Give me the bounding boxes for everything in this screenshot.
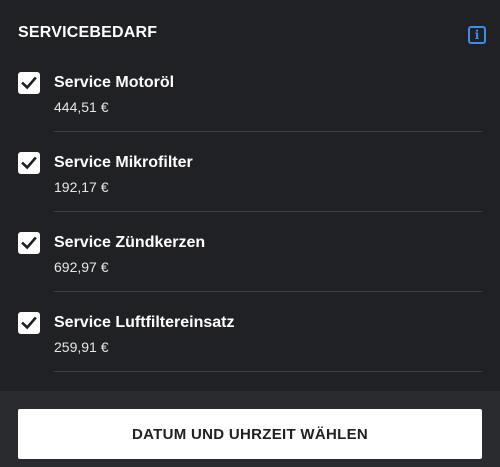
- info-icon[interactable]: i: [468, 26, 486, 44]
- checkmark-icon: [21, 156, 37, 170]
- service-price: 192,17 €: [54, 179, 109, 195]
- checkmark-icon: [21, 76, 37, 90]
- checkbox-luftfiltereinsatz[interactable]: [18, 312, 40, 334]
- checkmark-icon: [21, 316, 37, 330]
- service-label: Service Motoröl: [54, 74, 175, 91]
- service-label: Service Mikrofilter: [54, 154, 193, 171]
- divider: [54, 211, 482, 212]
- page-title: SERVICEBEDARF: [18, 24, 158, 41]
- checkbox-zuendkerzen[interactable]: [18, 232, 40, 254]
- choose-date-time-button[interactable]: DATUM UND UHRZEIT WÄHLEN: [18, 409, 482, 459]
- checkmark-icon: [21, 236, 37, 250]
- service-item-mikrofilter: Service Mikrofilter 192,17 €: [18, 148, 482, 228]
- info-icon-glyph: i: [474, 28, 480, 42]
- service-label: Service Luftfiltereinsatz: [54, 314, 235, 331]
- header: SERVICEBEDARF i: [18, 22, 486, 50]
- divider: [54, 131, 482, 132]
- service-list: Service Motoröl 444,51 € Service Mikrofi…: [18, 68, 482, 388]
- service-price: 259,91 €: [54, 339, 109, 355]
- service-price: 692,97 €: [54, 259, 109, 275]
- divider: [54, 371, 482, 372]
- service-price: 444,51 €: [54, 99, 109, 115]
- checkbox-mikrofilter[interactable]: [18, 152, 40, 174]
- service-item-motoroel: Service Motoröl 444,51 €: [18, 68, 482, 148]
- checkbox-motoroel[interactable]: [18, 72, 40, 94]
- service-screen: SERVICEBEDARF i Service Motoröl 444,51 €…: [0, 0, 500, 467]
- service-item-luftfiltereinsatz: Service Luftfiltereinsatz 259,91 €: [18, 308, 482, 388]
- bottom-bar: DATUM UND UHRZEIT WÄHLEN: [0, 391, 500, 467]
- service-item-zuendkerzen: Service Zündkerzen 692,97 €: [18, 228, 482, 308]
- service-label: Service Zündkerzen: [54, 234, 206, 251]
- divider: [54, 291, 482, 292]
